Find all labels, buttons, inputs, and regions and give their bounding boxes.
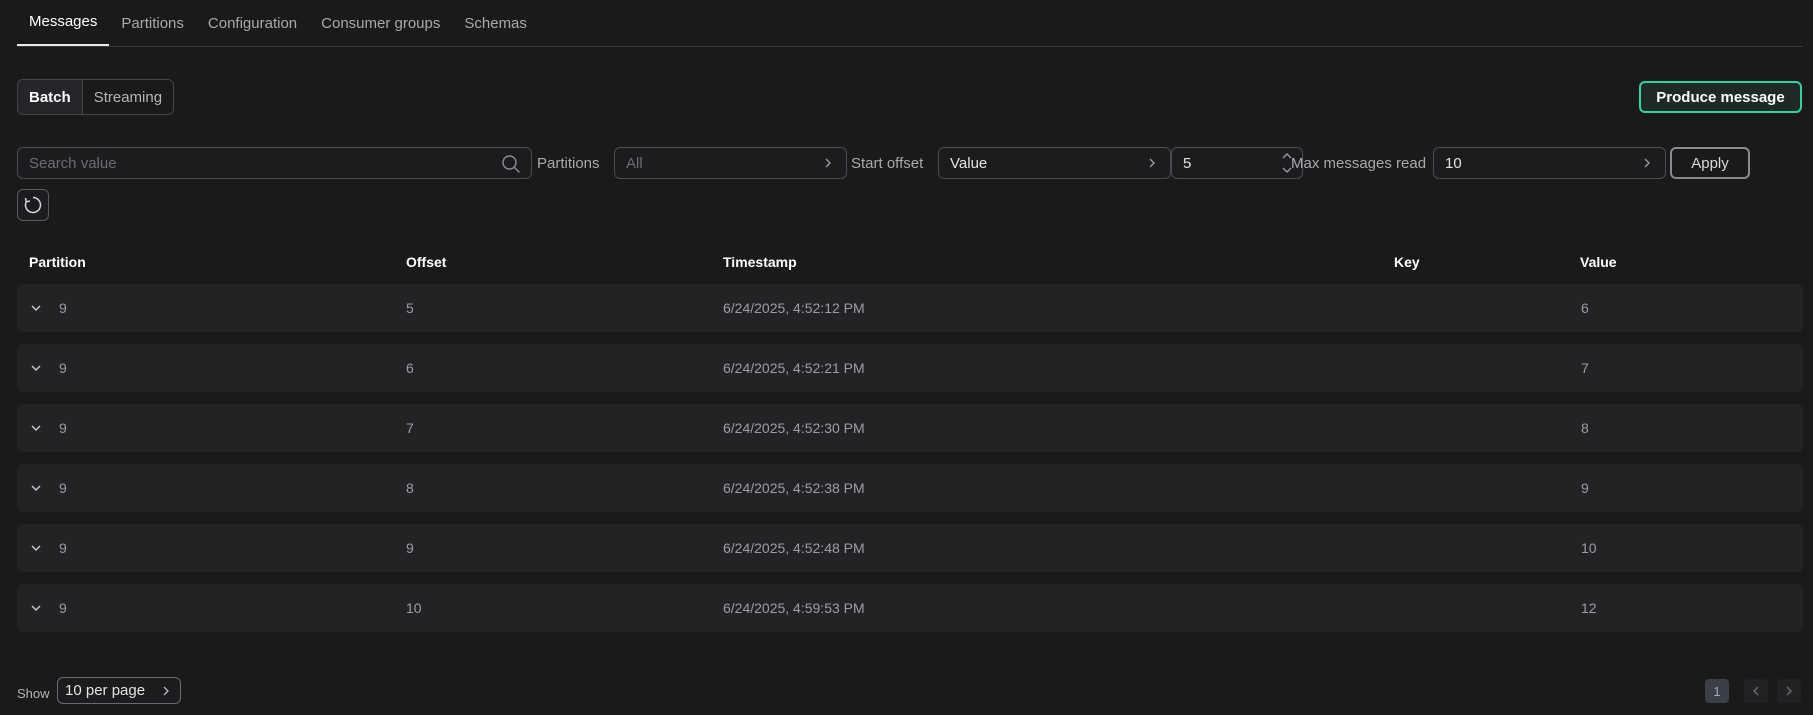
start-offset-label: Start offset: [851, 154, 924, 172]
batch-mode-button[interactable]: Batch: [18, 80, 83, 114]
chevron-right-icon: [825, 158, 831, 168]
table-row[interactable]: 9 6 6/24/2025, 4:52:21 PM 7: [17, 344, 1803, 392]
cell-value: 7: [1581, 360, 1589, 376]
topic-tabs: Messages Partitions Configuration Consum…: [17, 0, 1803, 47]
partitions-value: All: [626, 154, 643, 172]
produce-message-button[interactable]: Produce message: [1639, 81, 1802, 113]
chevron-left-icon: [1753, 686, 1759, 696]
streaming-mode-button[interactable]: Streaming: [83, 80, 173, 114]
cell-timestamp: 6/24/2025, 4:52:30 PM: [723, 420, 865, 436]
cell-offset: 9: [406, 540, 414, 556]
header-key[interactable]: Key: [1394, 254, 1420, 270]
table-header: Partition Offset Timestamp Key Value: [17, 252, 1803, 274]
tab-schemas[interactable]: Schemas: [452, 0, 539, 46]
max-messages-select[interactable]: 10: [1433, 147, 1666, 179]
table-row[interactable]: 9 10 6/24/2025, 4:59:53 PM 12: [17, 584, 1803, 632]
next-page-button[interactable]: [1777, 679, 1801, 703]
cell-timestamp: 6/24/2025, 4:52:48 PM: [723, 540, 865, 556]
table-row[interactable]: 9 8 6/24/2025, 4:52:38 PM 9: [17, 464, 1803, 512]
per-page-select[interactable]: 10 per page: [57, 677, 181, 704]
tab-partitions[interactable]: Partitions: [109, 0, 196, 46]
cell-partition: 9: [59, 600, 67, 616]
tab-configuration[interactable]: Configuration: [196, 0, 309, 46]
table-row[interactable]: 9 5 6/24/2025, 4:52:12 PM 6: [17, 284, 1803, 332]
chevron-down-icon[interactable]: [30, 362, 42, 374]
chevron-down-icon[interactable]: [30, 422, 42, 434]
cell-partition: 9: [59, 480, 67, 496]
cell-value: 6: [1581, 300, 1589, 316]
mode-switch: Batch Streaming: [17, 79, 175, 115]
chevron-down-icon[interactable]: [30, 482, 42, 494]
header-timestamp[interactable]: Timestamp: [723, 254, 797, 270]
cell-timestamp: 6/24/2025, 4:52:38 PM: [723, 480, 865, 496]
max-messages-value: 10: [1445, 154, 1462, 172]
per-page-value: 10 per page: [65, 682, 146, 699]
search-input[interactable]: Search value: [17, 147, 532, 179]
table-row[interactable]: 9 7 6/24/2025, 4:52:30 PM 8: [17, 404, 1803, 452]
start-offset-select[interactable]: Value: [938, 147, 1171, 179]
page-button-current[interactable]: 1: [1705, 679, 1729, 703]
cell-offset: 7: [406, 420, 414, 436]
offset-value: 5: [1183, 154, 1192, 172]
search-icon[interactable]: [501, 154, 521, 174]
header-offset[interactable]: Offset: [406, 254, 446, 270]
cell-partition: 9: [59, 300, 67, 316]
cell-offset: 5: [406, 300, 414, 316]
cell-partition: 9: [59, 360, 67, 376]
cell-offset: 10: [406, 600, 422, 616]
cell-partition: 9: [59, 420, 67, 436]
chevron-down-icon[interactable]: [30, 542, 42, 554]
refresh-button[interactable]: [17, 189, 49, 221]
max-messages-label: Max messages read: [1291, 154, 1427, 172]
cell-offset: 8: [406, 480, 414, 496]
cell-timestamp: 6/24/2025, 4:52:21 PM: [723, 360, 865, 376]
cell-value: 8: [1581, 420, 1589, 436]
header-value[interactable]: Value: [1580, 254, 1617, 270]
tab-consumer-groups[interactable]: Consumer groups: [309, 0, 452, 46]
partitions-select[interactable]: All: [614, 147, 847, 179]
chevron-right-icon: [1786, 686, 1792, 696]
apply-button[interactable]: Apply: [1670, 147, 1750, 179]
cell-value: 9: [1581, 480, 1589, 496]
chevron-down-icon[interactable]: [30, 302, 42, 314]
header-partition[interactable]: Partition: [29, 254, 86, 270]
cell-timestamp: 6/24/2025, 4:59:53 PM: [723, 600, 865, 616]
start-offset-value: Value: [950, 154, 988, 172]
cell-value: 10: [1581, 540, 1597, 556]
tab-messages[interactable]: Messages: [17, 0, 110, 46]
filter-bar: Search value Partitions All Start offset…: [17, 147, 1803, 179]
cell-timestamp: 6/24/2025, 4:52:12 PM: [723, 300, 865, 316]
chevron-right-icon: [1644, 158, 1650, 168]
cell-partition: 9: [59, 540, 67, 556]
table-row[interactable]: 9 9 6/24/2025, 4:52:48 PM 10: [17, 524, 1803, 572]
chevron-right-icon: [1149, 158, 1155, 168]
cell-value: 12: [1581, 600, 1597, 616]
offset-stepper[interactable]: 5: [1171, 147, 1303, 179]
partitions-label: Partitions: [537, 154, 600, 172]
show-label: Show: [17, 685, 50, 701]
cell-offset: 6: [406, 360, 414, 376]
chevron-down-icon[interactable]: [30, 602, 42, 614]
chevron-right-icon: [163, 686, 169, 696]
search-placeholder: Search value: [29, 154, 117, 172]
refresh-icon: [24, 196, 42, 214]
previous-page-button[interactable]: [1744, 679, 1768, 703]
